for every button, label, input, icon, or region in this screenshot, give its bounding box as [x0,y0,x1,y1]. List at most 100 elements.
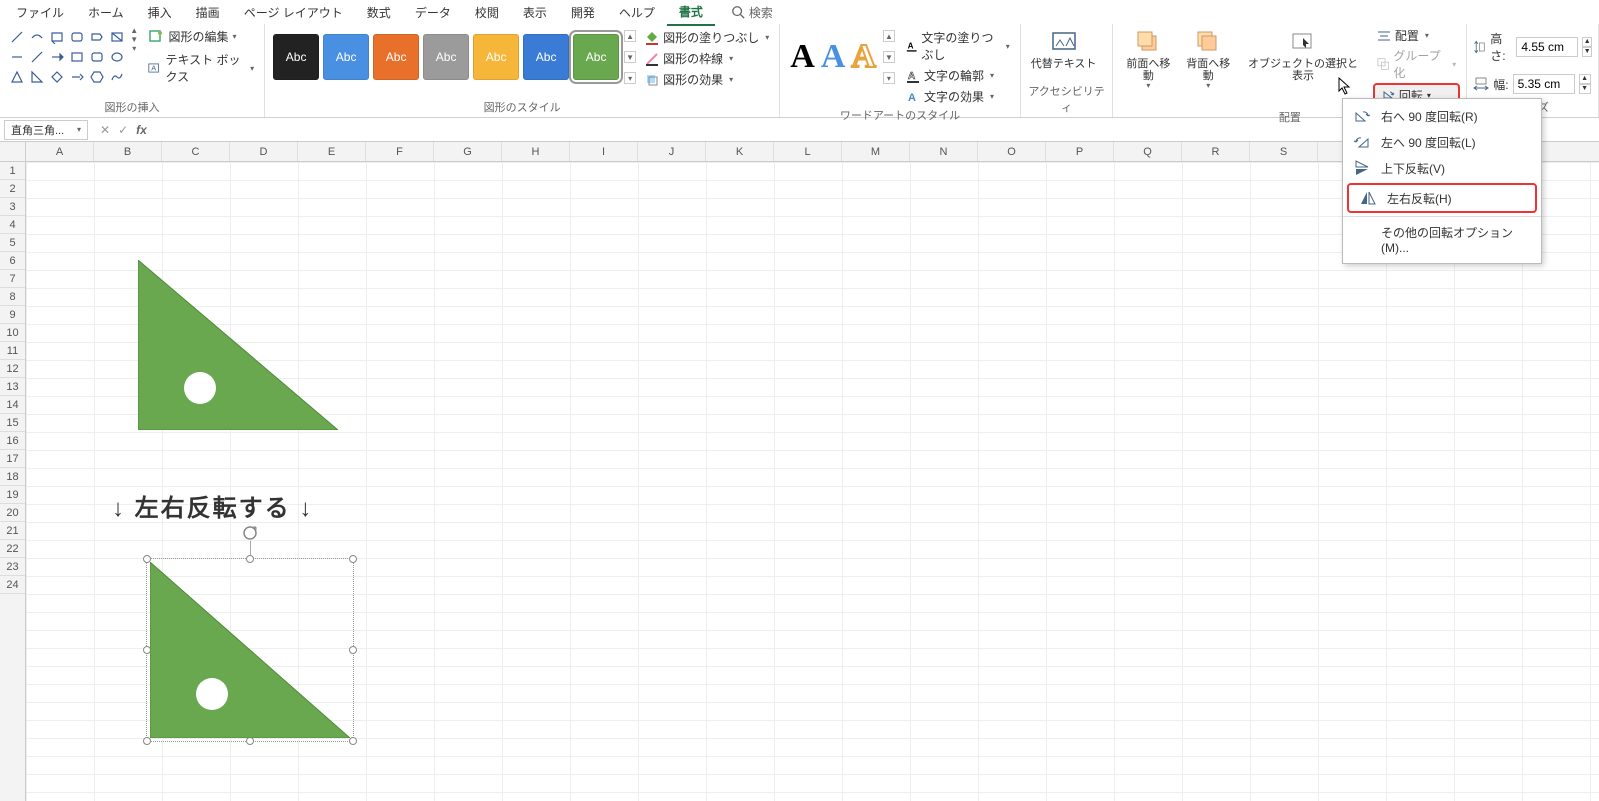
tab-help[interactable]: ヘルプ [607,0,667,25]
shape-fill-button[interactable]: 図形の塗りつぶし▾ [641,28,773,47]
row-header[interactable]: 21 [0,522,25,540]
style-gallery-scroll[interactable]: ▲▼▾ [623,30,637,84]
row-header[interactable]: 18 [0,468,25,486]
style-swatch-3[interactable]: Abc [423,34,469,80]
width-input[interactable] [1513,74,1575,94]
alt-text-button[interactable]: 代替テキスト [1027,26,1101,72]
insert-function-button[interactable]: fx [136,123,147,137]
row-header[interactable]: 10 [0,324,25,342]
column-header[interactable]: K [706,142,774,161]
textbox-button[interactable]: A テキスト ボックス▾ [144,49,258,87]
shape-effects-button[interactable]: 図形の効果▾ [641,70,773,89]
edit-shape-button[interactable]: 図形の編集▾ [144,26,258,47]
shape-style-gallery[interactable]: Abc Abc Abc Abc Abc Abc Abc ▲▼▾ [271,26,639,88]
row-header[interactable]: 7 [0,270,25,288]
style-swatch-2[interactable]: Abc [373,34,419,80]
wordart-gallery-scroll[interactable]: ▲▼▾ [882,30,896,84]
column-header[interactable]: C [162,142,230,161]
search-box[interactable]: 検索 [731,4,773,21]
row-header[interactable]: 20 [0,504,25,522]
row-header[interactable]: 4 [0,216,25,234]
row-header[interactable]: 1 [0,162,25,180]
row-header[interactable]: 11 [0,342,25,360]
tab-home[interactable]: ホーム [76,0,136,25]
row-header[interactable]: 8 [0,288,25,306]
row-header[interactable]: 9 [0,306,25,324]
shape-gallery-expand[interactable]: ▲▼▾ [130,26,138,53]
column-header[interactable]: F [366,142,434,161]
column-header[interactable]: I [570,142,638,161]
text-effects-button[interactable]: A文字の効果▾ [902,87,1014,106]
wordart-style-3[interactable]: A [851,38,876,76]
row-header[interactable]: 22 [0,540,25,558]
row-header[interactable]: 12 [0,360,25,378]
column-header[interactable]: M [842,142,910,161]
row-header[interactable]: 13 [0,378,25,396]
column-header[interactable]: S [1250,142,1318,161]
tab-formulas[interactable]: 数式 [355,0,403,25]
column-header[interactable]: E [298,142,366,161]
style-swatch-0[interactable]: Abc [273,34,319,80]
text-outline-button[interactable]: A文字の輪郭▾ [902,66,1014,85]
column-header[interactable]: J [638,142,706,161]
shape-triangle-2[interactable]: 2 [150,562,350,741]
tab-pagelayout[interactable]: ページ レイアウト [232,0,355,25]
width-spinner[interactable]: ▲▼ [1579,74,1591,94]
resize-handle-mr[interactable] [349,646,357,654]
menu-rotate-right-90[interactable]: 右へ 90 度回転(R) [1343,103,1541,129]
column-header[interactable]: N [910,142,978,161]
row-header[interactable]: 15 [0,414,25,432]
tab-developer[interactable]: 開発 [559,0,607,25]
row-header[interactable]: 2 [0,180,25,198]
shape-outline-button[interactable]: 図形の枠線▾ [641,49,773,68]
column-header[interactable]: H [502,142,570,161]
tab-insert[interactable]: 挿入 [136,0,184,25]
style-swatch-6[interactable]: Abc [573,34,619,80]
wordart-gallery[interactable]: A A A ▲▼▾ [786,26,900,88]
row-header[interactable]: 23 [0,558,25,576]
row-header[interactable]: 24 [0,576,25,594]
row-header[interactable]: 5 [0,234,25,252]
style-swatch-1[interactable]: Abc [323,34,369,80]
resize-handle-tr[interactable] [349,555,357,563]
tab-data[interactable]: データ [403,0,463,25]
wordart-style-2[interactable]: A [821,38,846,76]
shape-gallery[interactable] [6,26,128,88]
rotation-handle[interactable] [242,525,258,541]
tab-view[interactable]: 表示 [511,0,559,25]
column-header[interactable]: L [774,142,842,161]
select-all-corner[interactable] [0,142,26,162]
align-button[interactable]: 配置▾ [1373,26,1460,45]
column-header[interactable]: Q [1114,142,1182,161]
column-header[interactable]: P [1046,142,1114,161]
bring-forward-button[interactable]: 前面へ移動▾ [1119,26,1177,93]
text-fill-button[interactable]: A文字の塗りつぶし▾ [902,28,1014,64]
row-header[interactable]: 19 [0,486,25,504]
menu-rotate-left-90[interactable]: 左へ 90 度回転(L) [1343,129,1541,155]
row-header[interactable]: 14 [0,396,25,414]
column-header[interactable]: A [26,142,94,161]
column-header[interactable]: R [1182,142,1250,161]
tab-draw[interactable]: 描画 [184,0,232,25]
menu-flip-vertical[interactable]: 上下反転(V) [1343,155,1541,181]
send-backward-button[interactable]: 背面へ移動▾ [1179,26,1237,93]
column-header[interactable]: D [230,142,298,161]
style-swatch-5[interactable]: Abc [523,34,569,80]
menu-more-rotation[interactable]: その他の回転オプション(M)... [1343,220,1541,259]
menu-flip-horizontal[interactable]: 左右反転(H) [1347,183,1537,213]
tab-format[interactable]: 書式 [667,0,715,26]
row-header[interactable]: 6 [0,252,25,270]
style-swatch-4[interactable]: Abc [473,34,519,80]
name-box[interactable]: 直角三角...▾ [4,120,88,140]
row-header[interactable]: 17 [0,450,25,468]
row-header[interactable]: 16 [0,432,25,450]
column-header[interactable]: G [434,142,502,161]
tab-file[interactable]: ファイル [4,0,76,25]
shape-triangle-1[interactable]: 2 [138,260,338,433]
row-headers[interactable]: 123456789101112131415161718192021222324 [0,142,26,801]
column-header[interactable]: O [978,142,1046,161]
tab-review[interactable]: 校閲 [463,0,511,25]
formula-confirm-button[interactable]: ✓ [118,123,128,137]
formula-cancel-button[interactable]: ✕ [100,123,110,137]
height-input[interactable] [1516,37,1578,57]
